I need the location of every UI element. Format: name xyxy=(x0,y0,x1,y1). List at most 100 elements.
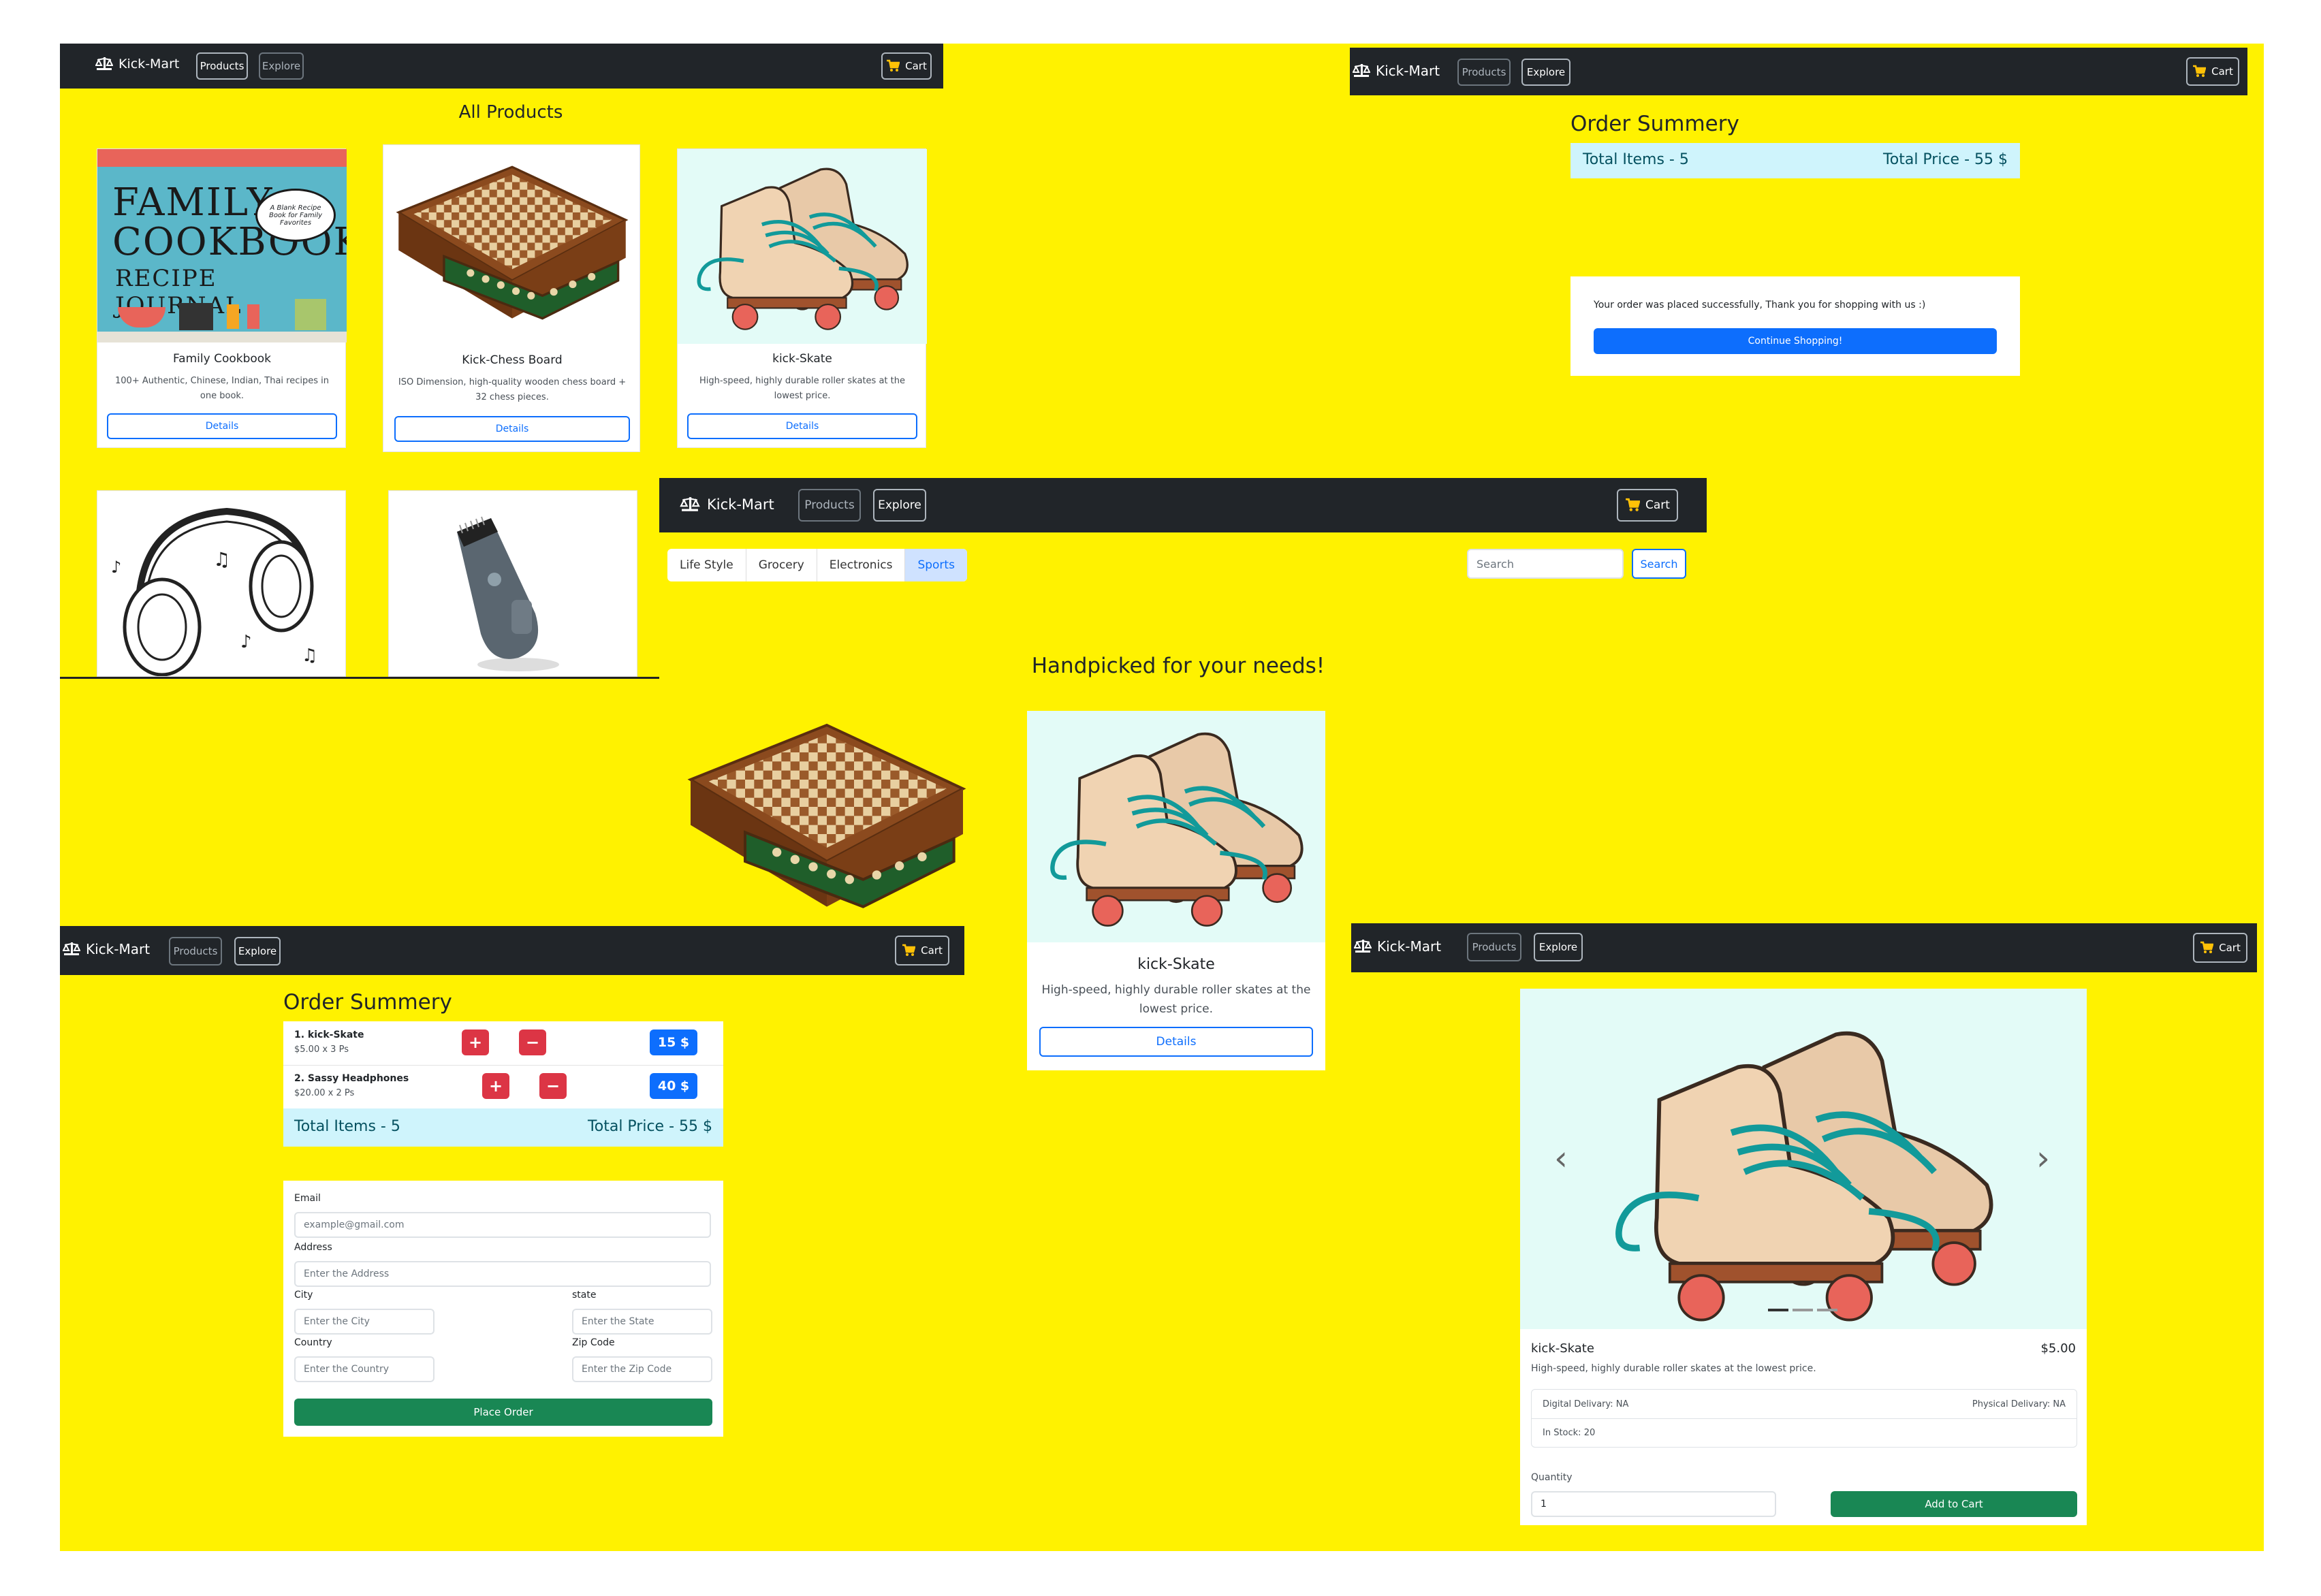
brand-link[interactable]: Kick-Mart xyxy=(63,941,150,957)
details-button[interactable]: Details xyxy=(1039,1027,1313,1057)
carousel-prev-icon[interactable]: ‹ xyxy=(1554,1138,1568,1178)
nav-products-button[interactable]: Products xyxy=(196,52,248,80)
roller-skate-image xyxy=(678,149,927,344)
checkout-totals-bar: Total Items - 5 Total Price - 55 $ xyxy=(283,1108,723,1147)
product-description: High-speed, highly durable roller skates… xyxy=(1041,983,1311,1016)
category-tab-sports[interactable]: Sports xyxy=(905,549,967,581)
delivery-info-list: Digital Delivary: NA Physical Delivary: … xyxy=(1531,1389,2077,1448)
decrease-quantity-button[interactable]: − xyxy=(519,1030,546,1055)
cookbook-cover-image: FAMILY COOKBOOK RECIPE JOURNAL A Blank R… xyxy=(97,149,347,342)
cart-item-detail: $5.00 x 3 Ps xyxy=(294,1044,349,1055)
cart-label: Cart xyxy=(2211,65,2233,78)
product-name: kick-Skate xyxy=(772,352,832,366)
search-button[interactable]: Search xyxy=(1632,549,1686,579)
zip-label: Zip Code xyxy=(572,1337,615,1348)
digital-delivery: Digital Delivary: NA xyxy=(1543,1399,1629,1409)
cart-items-list: 1. kick-Skate $5.00 x 3 Ps + − 15 $ 2. S… xyxy=(283,1021,723,1108)
nav-explore-button[interactable]: Explore xyxy=(259,52,304,80)
product-name: Kick-Chess Board xyxy=(462,353,563,367)
cart-button[interactable]: Cart xyxy=(2193,933,2247,963)
nav-explore-button[interactable]: Explore xyxy=(873,489,926,522)
nav-products-button[interactable]: Products xyxy=(798,489,861,522)
brand-link[interactable]: Kick-Mart xyxy=(1354,938,1441,955)
cookbook-title-line1: FAMILY xyxy=(112,180,274,225)
product-description: High-speed, highly durable roller skates… xyxy=(1531,1363,1816,1374)
nav-products-button[interactable]: Products xyxy=(1467,933,1521,961)
scale-logo-icon xyxy=(95,57,113,71)
details-button[interactable]: Details xyxy=(394,416,630,442)
carousel-next-icon[interactable]: › xyxy=(2036,1138,2050,1178)
country-field[interactable]: Enter the Country xyxy=(294,1356,435,1382)
product-name: kick-Skate xyxy=(1137,956,1215,973)
increase-quantity-button[interactable]: + xyxy=(462,1030,489,1055)
brand-link[interactable]: Kick-Mart xyxy=(1353,63,1440,79)
order-success-card: Your order was placed successfully, Than… xyxy=(1570,276,2020,376)
explore-product-card: kick-Skate High-speed, highly durable ro… xyxy=(1027,711,1325,1070)
cart-item-detail: $20.00 x 2 Ps xyxy=(294,1088,355,1098)
details-button[interactable]: Details xyxy=(687,413,917,439)
state-field[interactable]: Enter the State xyxy=(572,1309,712,1335)
cart-button[interactable]: Cart xyxy=(2186,57,2239,86)
nav-explore-button[interactable]: Explore xyxy=(1521,59,1570,86)
cart-label: Cart xyxy=(921,944,943,957)
brand-link[interactable]: Kick-Mart xyxy=(95,56,179,72)
city-label: City xyxy=(294,1290,313,1300)
increase-quantity-button[interactable]: + xyxy=(482,1073,509,1099)
cart-icon xyxy=(2192,65,2207,78)
scale-logo-icon xyxy=(1353,63,1370,78)
product-description: High-speed, highly durable roller skates… xyxy=(699,376,905,401)
navbar: Kick-Mart Products Explore Cart xyxy=(1351,923,2257,972)
product-card-cookbook: FAMILY COOKBOOK RECIPE JOURNAL A Blank R… xyxy=(97,148,347,448)
category-tab-lifestyle[interactable]: Life Style xyxy=(667,549,746,581)
city-field[interactable]: Enter the City xyxy=(294,1309,435,1335)
scale-logo-icon xyxy=(63,942,80,956)
item-total-badge: 15 $ xyxy=(650,1030,697,1055)
brand-link[interactable]: Kick-Mart xyxy=(680,496,774,513)
add-to-cart-button[interactable]: Add to Cart xyxy=(1831,1491,2077,1517)
carousel-indicator[interactable] xyxy=(1817,1309,1837,1311)
trimmer-image xyxy=(457,516,559,671)
address-field[interactable]: Enter the Address xyxy=(294,1261,711,1287)
product-price: $5.00 xyxy=(2040,1341,2076,1356)
quantity-field[interactable]: 1 xyxy=(1531,1491,1776,1517)
carousel-indicator[interactable] xyxy=(1793,1309,1813,1311)
cart-button[interactable]: Cart xyxy=(895,936,949,965)
email-field[interactable]: example@gmail.com xyxy=(294,1212,711,1238)
product-card-chess: Kick-Chess Board ISO Dimension, high-qua… xyxy=(383,144,640,452)
navbar: Kick-Mart Products Explore Cart xyxy=(659,478,1707,532)
product-card-trimmer xyxy=(388,490,637,677)
continue-shopping-button[interactable]: Continue Shopping! xyxy=(1594,328,1997,354)
carousel-indicator-active[interactable] xyxy=(1768,1309,1788,1311)
total-items: Total Items - 5 xyxy=(294,1118,400,1135)
decrease-quantity-button[interactable]: − xyxy=(539,1073,567,1099)
navbar: Kick-Mart Products Explore Cart xyxy=(60,926,964,975)
category-tab-electronics[interactable]: Electronics xyxy=(817,549,906,581)
shipping-form: Email example@gmail.com Address Enter th… xyxy=(283,1181,723,1437)
cookbook-badge: A Blank Recipe Book for Family Favorites xyxy=(255,189,336,242)
details-button[interactable]: Details xyxy=(107,413,337,439)
roller-skate-image xyxy=(1520,989,2087,1329)
brand-name: Kick-Mart xyxy=(86,941,151,957)
category-tabs: Life Style Grocery Electronics Sports xyxy=(667,549,967,581)
category-tab-grocery[interactable]: Grocery xyxy=(746,549,817,581)
scale-logo-icon xyxy=(680,496,700,512)
brand-name: Kick-Mart xyxy=(1376,63,1440,79)
all-products-title: All Products xyxy=(458,102,563,123)
explore-heading: Handpicked for your needs! xyxy=(1031,654,1325,678)
search-input[interactable]: Search xyxy=(1467,549,1624,579)
total-items: Total Items - 5 xyxy=(1583,151,1689,168)
place-order-button[interactable]: Place Order xyxy=(294,1399,712,1426)
cart-button[interactable]: Cart xyxy=(881,52,932,80)
nav-products-button[interactable]: Products xyxy=(1457,59,1511,86)
nav-explore-button[interactable]: Explore xyxy=(1534,933,1583,961)
nav-products-button[interactable]: Products xyxy=(169,937,222,965)
zip-field[interactable]: Enter the Zip Code xyxy=(572,1356,712,1382)
cookbook-badge-text: A Blank Recipe Book for Family Favorites xyxy=(268,204,323,227)
country-label: Country xyxy=(294,1337,332,1348)
state-label: state xyxy=(572,1290,597,1300)
product-carousel: ‹ › xyxy=(1520,989,2087,1329)
nav-explore-button[interactable]: Explore xyxy=(234,937,281,965)
cart-icon xyxy=(902,944,916,957)
roller-skate-image xyxy=(1027,711,1325,942)
cart-button[interactable]: Cart xyxy=(1617,489,1678,522)
